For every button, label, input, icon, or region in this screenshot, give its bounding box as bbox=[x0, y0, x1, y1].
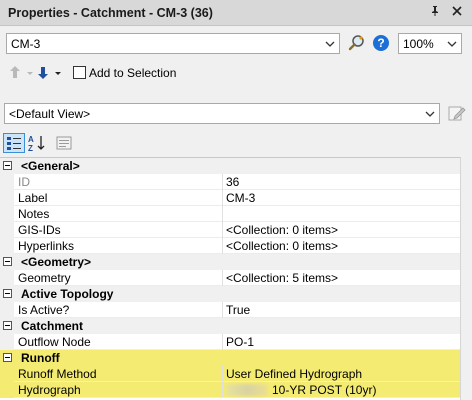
category-label: Runoff bbox=[21, 351, 60, 365]
element-select-value: CM-3 bbox=[11, 37, 41, 51]
property-row[interactable]: Hydrograph 10-YR POST (10yr) bbox=[0, 382, 460, 398]
category-label: <Geometry> bbox=[21, 255, 92, 269]
category-general[interactable]: <General> bbox=[0, 158, 460, 174]
category-label: Active Topology bbox=[21, 287, 114, 301]
grid-scrollbar[interactable] bbox=[460, 157, 472, 400]
property-name: Hyperlinks bbox=[18, 239, 75, 253]
collapse-icon[interactable] bbox=[3, 289, 12, 298]
close-icon[interactable] bbox=[450, 5, 464, 19]
view-select[interactable]: <Default View> bbox=[4, 103, 440, 124]
collapse-icon[interactable] bbox=[3, 353, 12, 362]
property-value[interactable]: 10-YR POST (10yr) bbox=[226, 383, 376, 397]
add-to-selection-checkbox[interactable] bbox=[73, 66, 86, 79]
property-value[interactable]: True bbox=[226, 303, 250, 317]
category-catchment[interactable]: Catchment bbox=[0, 318, 460, 334]
category-label: <General> bbox=[21, 159, 80, 173]
property-row[interactable]: Is Active? True bbox=[0, 302, 460, 318]
zoom-select[interactable]: 100% bbox=[398, 33, 462, 54]
element-select[interactable]: CM-3 bbox=[6, 33, 340, 54]
property-name: Runoff Method bbox=[18, 367, 97, 381]
property-name: Hydrograph bbox=[18, 383, 81, 397]
categorized-view-button[interactable] bbox=[3, 133, 25, 153]
svg-text:A: A bbox=[28, 135, 34, 144]
svg-text:Z: Z bbox=[28, 144, 33, 153]
property-row[interactable]: ID 36 bbox=[0, 174, 460, 190]
property-name: GIS-IDs bbox=[18, 223, 61, 237]
property-row[interactable]: Outflow Node PO-1 bbox=[0, 334, 460, 350]
alphabetical-sort-button[interactable]: A Z bbox=[27, 133, 49, 153]
svg-text:?: ? bbox=[377, 36, 384, 50]
zoom-value: 100% bbox=[403, 37, 434, 51]
chevron-down-icon bbox=[447, 41, 457, 47]
edit-view-icon[interactable] bbox=[447, 103, 467, 123]
view-select-value: <Default View> bbox=[9, 107, 91, 121]
property-value[interactable]: User Defined Hydrograph bbox=[226, 367, 362, 381]
property-name: ID bbox=[18, 175, 30, 189]
property-grid: <General> ID 36 Label CM-3 Notes GIS-IDs… bbox=[0, 157, 460, 400]
property-row[interactable]: Notes bbox=[0, 206, 460, 222]
property-name: Outflow Node bbox=[18, 335, 91, 349]
property-value: 36 bbox=[226, 175, 240, 189]
category-runoff[interactable]: Runoff bbox=[0, 350, 460, 366]
property-row[interactable]: Geometry <Collection: 5 items> bbox=[0, 270, 460, 286]
category-label: Catchment bbox=[21, 319, 84, 333]
category-active-topology[interactable]: Active Topology bbox=[0, 286, 460, 302]
collapse-icon[interactable] bbox=[3, 321, 12, 330]
property-name: Geometry bbox=[18, 271, 71, 285]
property-row[interactable]: Runoff Method User Defined Hydrograph bbox=[0, 366, 460, 382]
property-value[interactable]: <Collection: 0 items> bbox=[226, 223, 338, 237]
property-value[interactable]: CM-3 bbox=[226, 191, 255, 205]
property-pages-button[interactable] bbox=[54, 133, 74, 153]
property-row[interactable]: Label CM-3 bbox=[0, 190, 460, 206]
title-bar: Properties - Catchment - CM-3 (36) bbox=[0, 0, 472, 26]
redacted-blur bbox=[226, 384, 268, 396]
property-value[interactable]: PO-1 bbox=[226, 335, 254, 349]
property-value[interactable]: <Collection: 0 items> bbox=[226, 239, 338, 253]
pin-icon[interactable] bbox=[428, 5, 442, 19]
property-value[interactable]: <Collection: 5 items> bbox=[226, 271, 338, 285]
chevron-down-icon bbox=[425, 111, 435, 117]
hydrograph-value: 10-YR POST (10yr) bbox=[272, 383, 377, 397]
find-element-icon[interactable] bbox=[347, 33, 367, 53]
property-name: Is Active? bbox=[18, 303, 70, 317]
help-icon[interactable]: ? bbox=[372, 34, 392, 54]
collapse-icon[interactable] bbox=[3, 161, 12, 170]
window-title: Properties - Catchment - CM-3 (36) bbox=[8, 6, 213, 20]
property-row[interactable]: Hyperlinks <Collection: 0 items> bbox=[0, 238, 460, 254]
property-name: Notes bbox=[18, 207, 50, 221]
chevron-down-icon bbox=[325, 41, 335, 47]
add-to-selection-label: Add to Selection bbox=[89, 66, 177, 80]
property-row[interactable]: GIS-IDs <Collection: 0 items> bbox=[0, 222, 460, 238]
collapse-icon[interactable] bbox=[3, 257, 12, 266]
property-name: Label bbox=[18, 191, 48, 205]
category-geometry[interactable]: <Geometry> bbox=[0, 254, 460, 270]
navigate-up-button[interactable] bbox=[8, 63, 36, 83]
navigate-down-button[interactable] bbox=[38, 63, 66, 83]
